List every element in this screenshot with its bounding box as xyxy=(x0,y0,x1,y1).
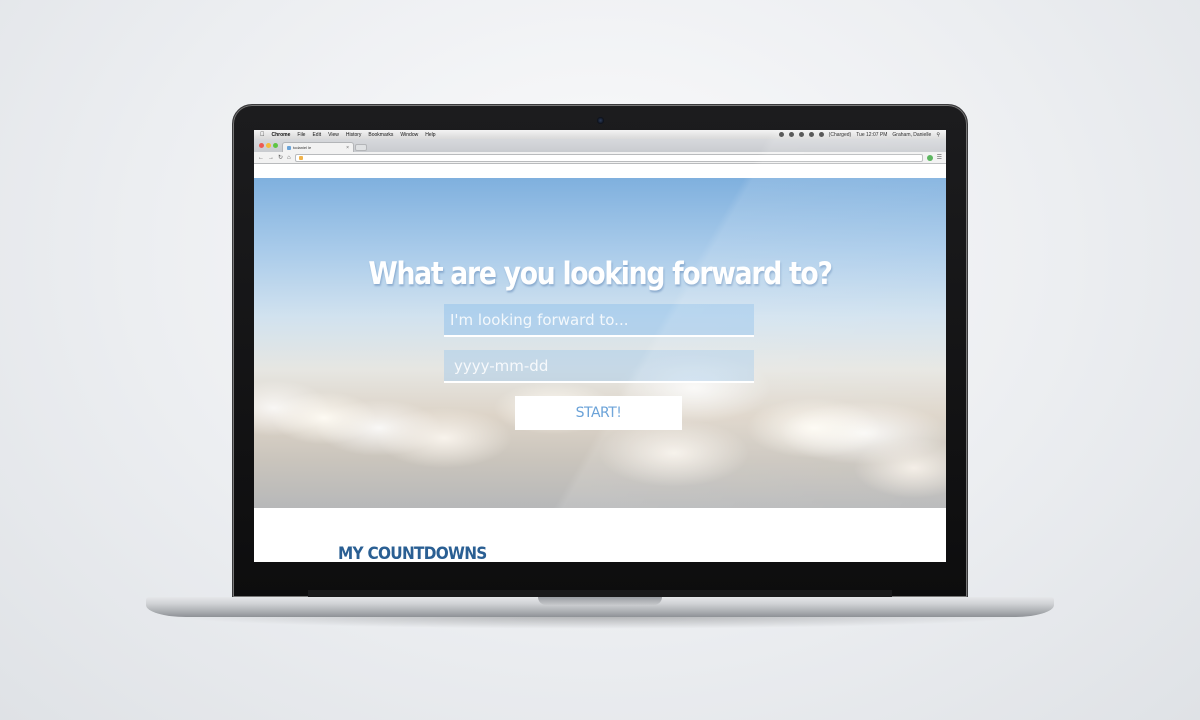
tray-icon[interactable] xyxy=(788,132,794,137)
chrome-menu-icon[interactable]: ☰ xyxy=(937,154,942,161)
tab-title: todaniel le xyxy=(293,145,312,150)
page-info-icon[interactable] xyxy=(298,155,303,160)
new-tab-button[interactable] xyxy=(355,144,367,151)
tray-icon[interactable] xyxy=(798,132,804,137)
spotlight-search-icon[interactable]: ⚲ xyxy=(936,132,940,138)
menu-item-chrome[interactable]: Chrome xyxy=(272,132,291,138)
close-window-icon[interactable] xyxy=(259,143,264,148)
home-icon[interactable]: ⌂ xyxy=(287,155,291,161)
tray-icon[interactable] xyxy=(778,132,784,137)
menu-item-help[interactable]: Help xyxy=(425,132,435,138)
forward-arrow-icon[interactable]: → xyxy=(268,155,274,161)
browser-tab[interactable]: todaniel le × xyxy=(282,142,354,152)
tab-close-icon[interactable]: × xyxy=(346,145,349,151)
page-title: What are you looking forward to? xyxy=(368,256,833,292)
hero-section: What are you looking forward to? START! xyxy=(254,178,946,508)
menu-item-history[interactable]: History xyxy=(346,132,362,138)
laptop-hinge xyxy=(308,590,892,597)
address-bar[interactable] xyxy=(294,153,923,162)
date-input[interactable] xyxy=(444,350,754,383)
user-name[interactable]: Graham, Danielle xyxy=(892,132,931,138)
countdowns-section: MY COUNTDOWNS xyxy=(254,508,946,562)
apple-icon[interactable]:  xyxy=(260,132,265,138)
status-tray: (Charged) Tue 12:07 PM Graham, Danielle … xyxy=(778,132,940,138)
volume-icon[interactable] xyxy=(818,132,824,137)
menu-item-file[interactable]: File xyxy=(297,132,305,138)
camera-icon xyxy=(597,117,604,124)
menu-item-edit[interactable]: Edit xyxy=(312,132,321,138)
laptop-notch xyxy=(538,597,662,605)
battery-status[interactable]: (Charged) xyxy=(829,132,852,138)
screen:  Chrome File Edit View History Bookmark… xyxy=(254,130,946,562)
zoom-window-icon[interactable] xyxy=(273,143,278,148)
wifi-icon[interactable] xyxy=(808,132,814,137)
menu-item-view[interactable]: View xyxy=(328,132,339,138)
laptop-shadow xyxy=(160,615,1040,629)
start-button[interactable]: START! xyxy=(515,396,682,430)
menu-item-window[interactable]: Window xyxy=(400,132,418,138)
clock[interactable]: Tue 12:07 PM xyxy=(856,132,887,138)
browser-toolbar: ← → ↻ ⌂ ☰ xyxy=(254,152,946,164)
minimize-window-icon[interactable] xyxy=(266,143,271,148)
extension-icon[interactable] xyxy=(926,154,933,161)
back-arrow-icon[interactable]: ← xyxy=(258,155,264,161)
browser-tab-strip: todaniel le × xyxy=(254,139,946,152)
reload-icon[interactable]: ↻ xyxy=(278,154,283,161)
section-title: MY COUNTDOWNS xyxy=(338,544,487,562)
menu-item-bookmarks[interactable]: Bookmarks xyxy=(368,132,393,138)
goal-input[interactable] xyxy=(444,304,754,337)
favicon-icon xyxy=(287,145,291,150)
mac-menubar:  Chrome File Edit View History Bookmark… xyxy=(254,130,946,139)
